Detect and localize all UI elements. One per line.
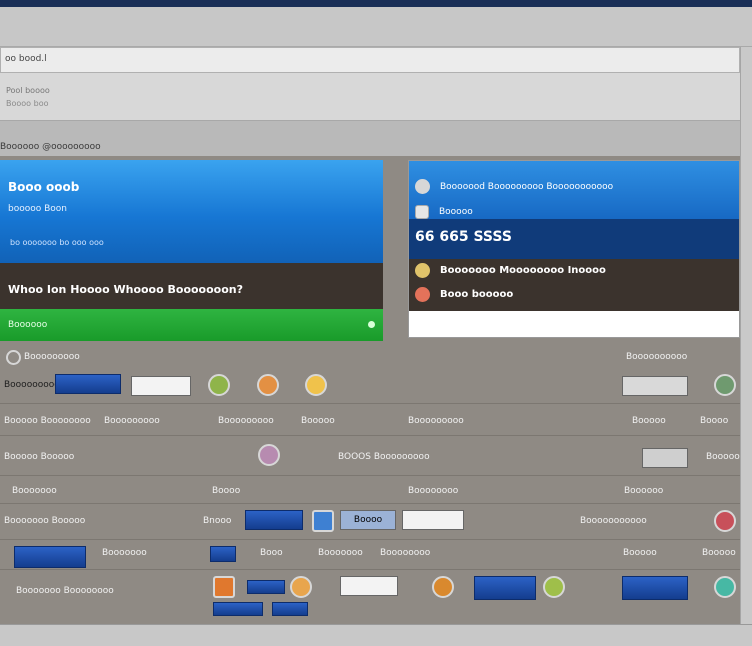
action-button-label: Boooo [353, 515, 383, 525]
action-button[interactable]: Boooo [340, 510, 396, 530]
lock-icon [415, 263, 430, 278]
toolbar-link-1[interactable]: Pool boooo [6, 86, 50, 95]
primary-button[interactable] [622, 576, 688, 600]
user-icon [415, 287, 430, 302]
settings-icon[interactable] [432, 576, 454, 598]
search-icon [6, 350, 21, 365]
table-cell: Booooooo [12, 486, 57, 496]
info-row-1[interactable]: Booooood Booooooooo Booooooooooo [415, 179, 613, 194]
table-cell: Booooooo [102, 548, 147, 558]
primary-button[interactable] [14, 546, 86, 568]
table-cell: Booooooooo [218, 416, 274, 426]
info-row-2[interactable]: Booooo [415, 205, 473, 219]
info-panel: Booooood Booooooooo Booooooooooo Booooo … [408, 160, 740, 338]
table-cell: Booooooo Booooo [4, 516, 86, 526]
table-cell: Boooooo [624, 486, 664, 496]
table-cell: Boooooooo [380, 548, 431, 558]
document-icon [415, 205, 429, 219]
table-cell: Booooo [702, 548, 736, 558]
row-action-button[interactable] [642, 448, 688, 468]
table-cell: Booooo [706, 452, 740, 462]
info-row-4[interactable]: Booooooo Moooooooo Inoooo [415, 263, 606, 278]
secondary-button[interactable] [131, 376, 191, 396]
table-cell: Booooooo Boooooooo [16, 586, 114, 596]
image-icon[interactable] [312, 510, 334, 532]
small-button[interactable] [210, 546, 236, 562]
primary-button[interactable] [474, 576, 536, 600]
vertical-scrollbar[interactable] [740, 47, 752, 624]
refresh-icon[interactable] [714, 510, 736, 532]
primary-button[interactable] [55, 374, 121, 394]
small-button[interactable] [272, 602, 308, 616]
refresh-icon[interactable] [714, 374, 736, 396]
primary-button[interactable] [245, 510, 303, 530]
section-label: Boooooo @ooooooooo [0, 142, 101, 152]
info-row-1-label: Booooood Booooooooo Booooooooooo [440, 181, 614, 192]
table-cell: Boooo [212, 486, 241, 496]
grid-header-left: Booooooooo [24, 352, 80, 362]
info-row-5[interactable]: Booo booooo [415, 287, 513, 302]
star-icon[interactable] [305, 374, 327, 396]
info-row-3: 66 665 SSSS [415, 229, 512, 245]
table-row: Booooo Booooo BOOOS Booooooooo Booooo [0, 436, 740, 476]
table-cell: Booooooooo [104, 416, 160, 426]
hero-action-label: Boooooo [8, 320, 48, 330]
window-title-bar [0, 0, 752, 7]
preview-button[interactable] [622, 376, 688, 396]
table-row: Booooooo Boooooooo [0, 570, 740, 624]
status-dot-icon [368, 321, 375, 328]
grid-cell: Booooooooo [4, 380, 60, 390]
table-cell: BOOOS Booooooooo [338, 452, 430, 462]
refresh-icon[interactable] [714, 576, 736, 598]
status-bar [0, 624, 752, 646]
globe-icon[interactable] [543, 576, 565, 598]
address-bar[interactable]: oo bood.l [0, 47, 740, 73]
hero-caption: bo ooooooo bo ooo ooo [10, 238, 104, 247]
table-cell: Booooooo [318, 548, 363, 558]
secondary-toolbar: Pool boooo Boooo boo [0, 73, 740, 121]
table-row: Booooo Boooooooo Booooooooo Booooooooo B… [0, 404, 740, 436]
table-cell: Booooo [301, 416, 335, 426]
info-row-2-label: Booooo [439, 207, 473, 217]
table-row: Booooooo Booooo Bnooo Boooo Booooooooooo [0, 504, 740, 540]
settings-icon [415, 179, 430, 194]
secondary-button[interactable] [402, 510, 464, 530]
info-row-5-label: Booo booooo [440, 289, 514, 300]
grid-header-right: Boooooooooo [626, 352, 688, 362]
table-cell: Booooo [623, 548, 657, 558]
table-cell: Booo [260, 548, 283, 558]
globe-icon[interactable] [208, 374, 230, 396]
table-row: Booooooo Boooo Boooooooo Boooooo [0, 476, 740, 504]
info-row-4-label: Booooooo Moooooooo Inoooo [440, 265, 606, 276]
hero-subtitle: booooo Boon [8, 204, 67, 214]
face-icon[interactable] [257, 374, 279, 396]
table-cell: Boooooooo [408, 486, 459, 496]
folder-icon[interactable] [213, 576, 235, 598]
table-cell: Booooo Boooooooo [4, 416, 91, 426]
hero-action-button[interactable]: Boooooo [0, 309, 383, 341]
hero-title: Booo ooob [8, 180, 80, 194]
chart-icon[interactable] [258, 444, 280, 466]
table-cell: Booooo [632, 416, 666, 426]
table-cell: Bnooo [203, 516, 232, 526]
info-panel-input[interactable] [409, 311, 739, 337]
hero-question: Whoo Ion Hoooo Whoooo Booooooon? [8, 283, 244, 296]
hero-card: Booo ooob booooo Boon bo ooooooo bo ooo … [0, 160, 383, 342]
table-cell: Booooooooo [408, 416, 464, 426]
secondary-button[interactable] [340, 576, 398, 596]
small-button[interactable] [213, 602, 263, 616]
table-cell: Boooo [700, 416, 729, 426]
emoji-icon[interactable] [290, 576, 312, 598]
table-row: Booooooooo Boooooooooo Booooooooo [0, 346, 740, 404]
toolbar-link-2[interactable]: Boooo boo [6, 99, 48, 108]
browser-toolbar [0, 7, 752, 47]
table-row: Booooooo Booo Booooooo Boooooooo Booooo … [0, 540, 740, 570]
table-cell: Booooo Booooo [4, 452, 75, 462]
info-stat-value: 66 665 SSSS [415, 229, 512, 245]
small-button[interactable] [247, 580, 285, 594]
table-cell: Booooooooooo [580, 516, 647, 526]
